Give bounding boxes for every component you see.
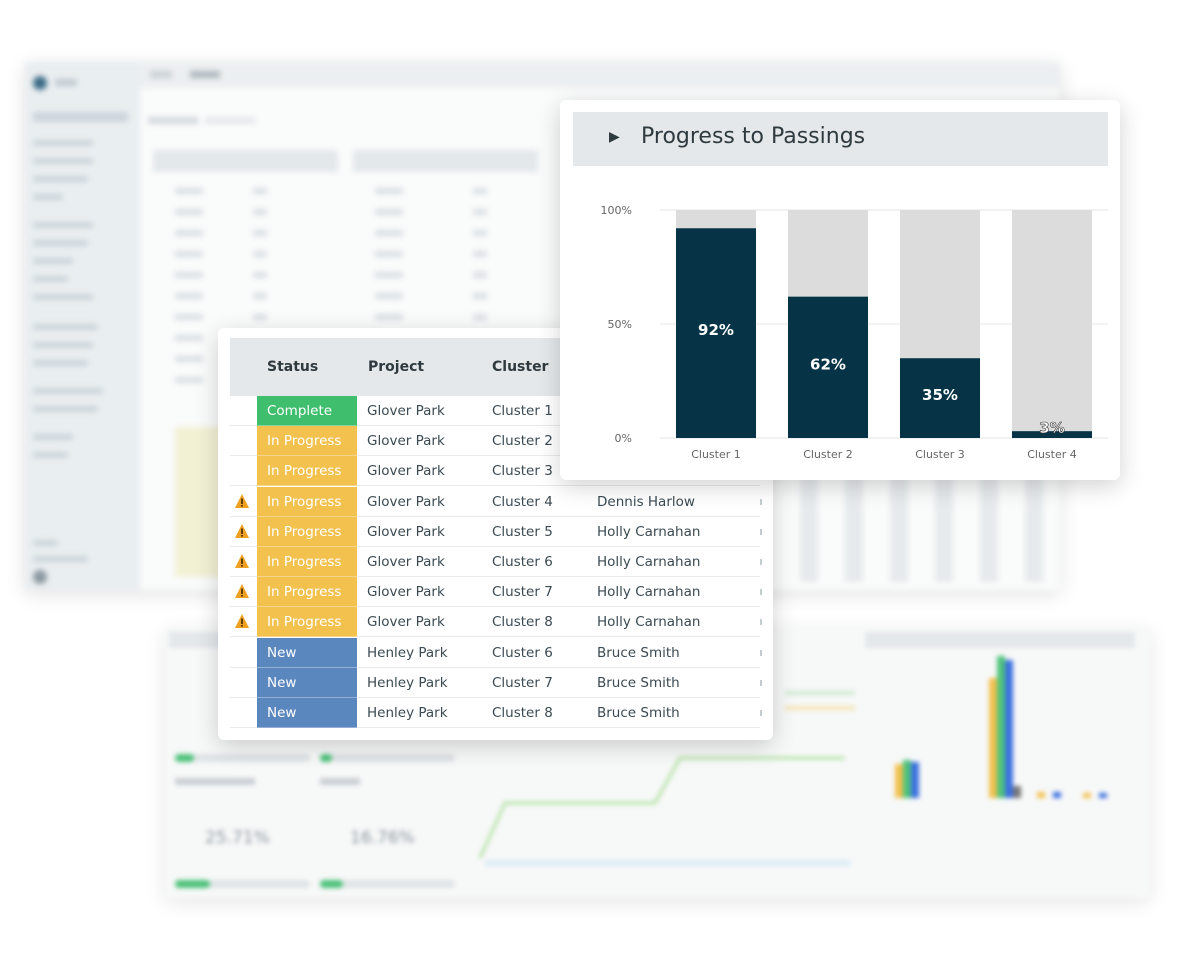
data-label: 35% (922, 386, 958, 404)
table-row[interactable]: New Henley Park Cluster 8 Bruce Smith (230, 698, 762, 728)
project-cell: Glover Park (367, 463, 445, 480)
kpi-value: 25.71% (205, 828, 270, 848)
y-tick-label: 100% (601, 204, 632, 217)
owner-cell: Bruce Smith (597, 705, 680, 721)
warning-triangle-icon (235, 554, 249, 568)
app-logo-icon (33, 76, 47, 90)
cluster-cell: Cluster 8 (492, 705, 553, 721)
status-badge: In Progress (257, 486, 357, 517)
owner-cell: Dennis Harlow (597, 493, 695, 510)
owner-cell: Holly Carnahan (597, 554, 701, 570)
y-tick-label: 50% (608, 318, 632, 331)
owner-cell: Bruce Smith (597, 674, 680, 691)
warning-triangle-icon (235, 584, 249, 599)
background-table (800, 462, 1055, 582)
table-row[interactable]: In Progress Glover Park Cluster 4 Dennis Ha… (230, 486, 762, 517)
y-tick-label: 0% (615, 432, 632, 445)
table-row[interactable]: In Progress Glover Park Cluster 8 Holly Car… (230, 607, 762, 638)
background-bar-chart (865, 648, 1145, 893)
status-badge: In Progress (257, 516, 357, 547)
kpi-card-left: 25.71% (175, 778, 315, 848)
project-cell: Glover Park (367, 554, 445, 570)
kpi-progress-right (320, 880, 455, 888)
x-tick-label: Cluster 4 (1027, 448, 1077, 461)
cluster-cell: Cluster 1 (492, 403, 553, 419)
progress-bar-chart: 0% 50% 100% 92% Cluster 1 62% Cluster 2 35% Clus… (601, 204, 1108, 461)
status-badge: New (257, 698, 357, 728)
data-label: 92% (698, 321, 734, 339)
project-cell: Henley Park (367, 674, 448, 691)
status-badge: In Progress (257, 577, 357, 608)
project-cell: Glover Park (367, 523, 445, 540)
owner-cell: Holly Carnahan (597, 614, 701, 631)
x-tick-label: Cluster 2 (803, 448, 853, 461)
x-tick-label: Cluster 1 (691, 448, 741, 461)
column-header-status[interactable]: Status (267, 359, 318, 375)
cluster-cell: Cluster 2 (492, 433, 553, 450)
cluster-cell: Cluster 7 (492, 584, 553, 601)
project-cell: Henley Park (367, 705, 448, 721)
warning-triangle-icon (235, 614, 249, 629)
bar-remaining (788, 210, 868, 297)
owner-cell: Holly Carnahan (597, 584, 701, 601)
status-badge: In Progress (257, 456, 357, 487)
bar-remaining (900, 210, 980, 359)
kpi-progress-left (175, 880, 310, 888)
owner-cell: Bruce Smith (597, 644, 680, 661)
warning-triangle-icon (235, 523, 249, 538)
progress-chart-card: ▶ Progress to Passings 0% 50% 100% 92% Clust… (560, 100, 1120, 480)
cluster-cell: Cluster 7 (492, 674, 553, 691)
background-topbar (140, 62, 1060, 88)
status-badge: Complete (257, 396, 357, 426)
data-label: 3% (1039, 419, 1064, 437)
table-row[interactable]: In Progress Glover Park Cluster 7 Holly Car… (230, 577, 762, 608)
cluster-cell: Cluster 6 (492, 554, 553, 570)
project-cell: Glover Park (367, 584, 445, 601)
kpi-value: 16.76% (350, 828, 415, 848)
cluster-cell: Cluster 3 (492, 463, 553, 480)
status-badge: New (257, 667, 357, 698)
background-sidebar (25, 62, 140, 590)
project-cell: Glover Park (367, 403, 445, 419)
bar-remaining (676, 210, 756, 229)
owner-cell: Holly Carnahan (597, 523, 701, 540)
status-badge: New (257, 637, 357, 668)
column-header-project[interactable]: Project (368, 359, 424, 375)
x-tick-label: Cluster 3 (915, 448, 965, 461)
table-row[interactable]: In Progress Glover Park Cluster 6 Holly Car… (230, 547, 762, 577)
table-row[interactable]: New Henley Park Cluster 6 Bruce Smith (230, 637, 762, 668)
project-cell: Glover Park (367, 433, 445, 450)
cluster-cell: Cluster 6 (492, 644, 553, 661)
cluster-cell: Cluster 5 (492, 523, 553, 540)
status-badge: In Progress (257, 547, 357, 577)
cluster-cell: Cluster 4 (492, 493, 553, 510)
project-cell: Glover Park (367, 614, 445, 631)
cluster-cell: Cluster 8 (492, 614, 553, 631)
column-header-cluster[interactable]: Cluster (492, 359, 548, 375)
data-label: 62% (810, 355, 846, 373)
table-row[interactable]: New Henley Park Cluster 7 Bruce Smith (230, 667, 762, 698)
table-row[interactable]: In Progress Glover Park Cluster 5 Holly Car… (230, 516, 762, 547)
project-cell: Glover Park (367, 493, 445, 510)
user-avatar-icon (33, 570, 47, 584)
status-badge: In Progress (257, 607, 357, 638)
kpi-card-right: 16.76% (320, 778, 460, 848)
warning-triangle-icon (235, 493, 249, 508)
bar-remaining (1012, 210, 1092, 432)
status-badge: In Progress (257, 426, 357, 457)
project-cell: Henley Park (367, 644, 448, 661)
